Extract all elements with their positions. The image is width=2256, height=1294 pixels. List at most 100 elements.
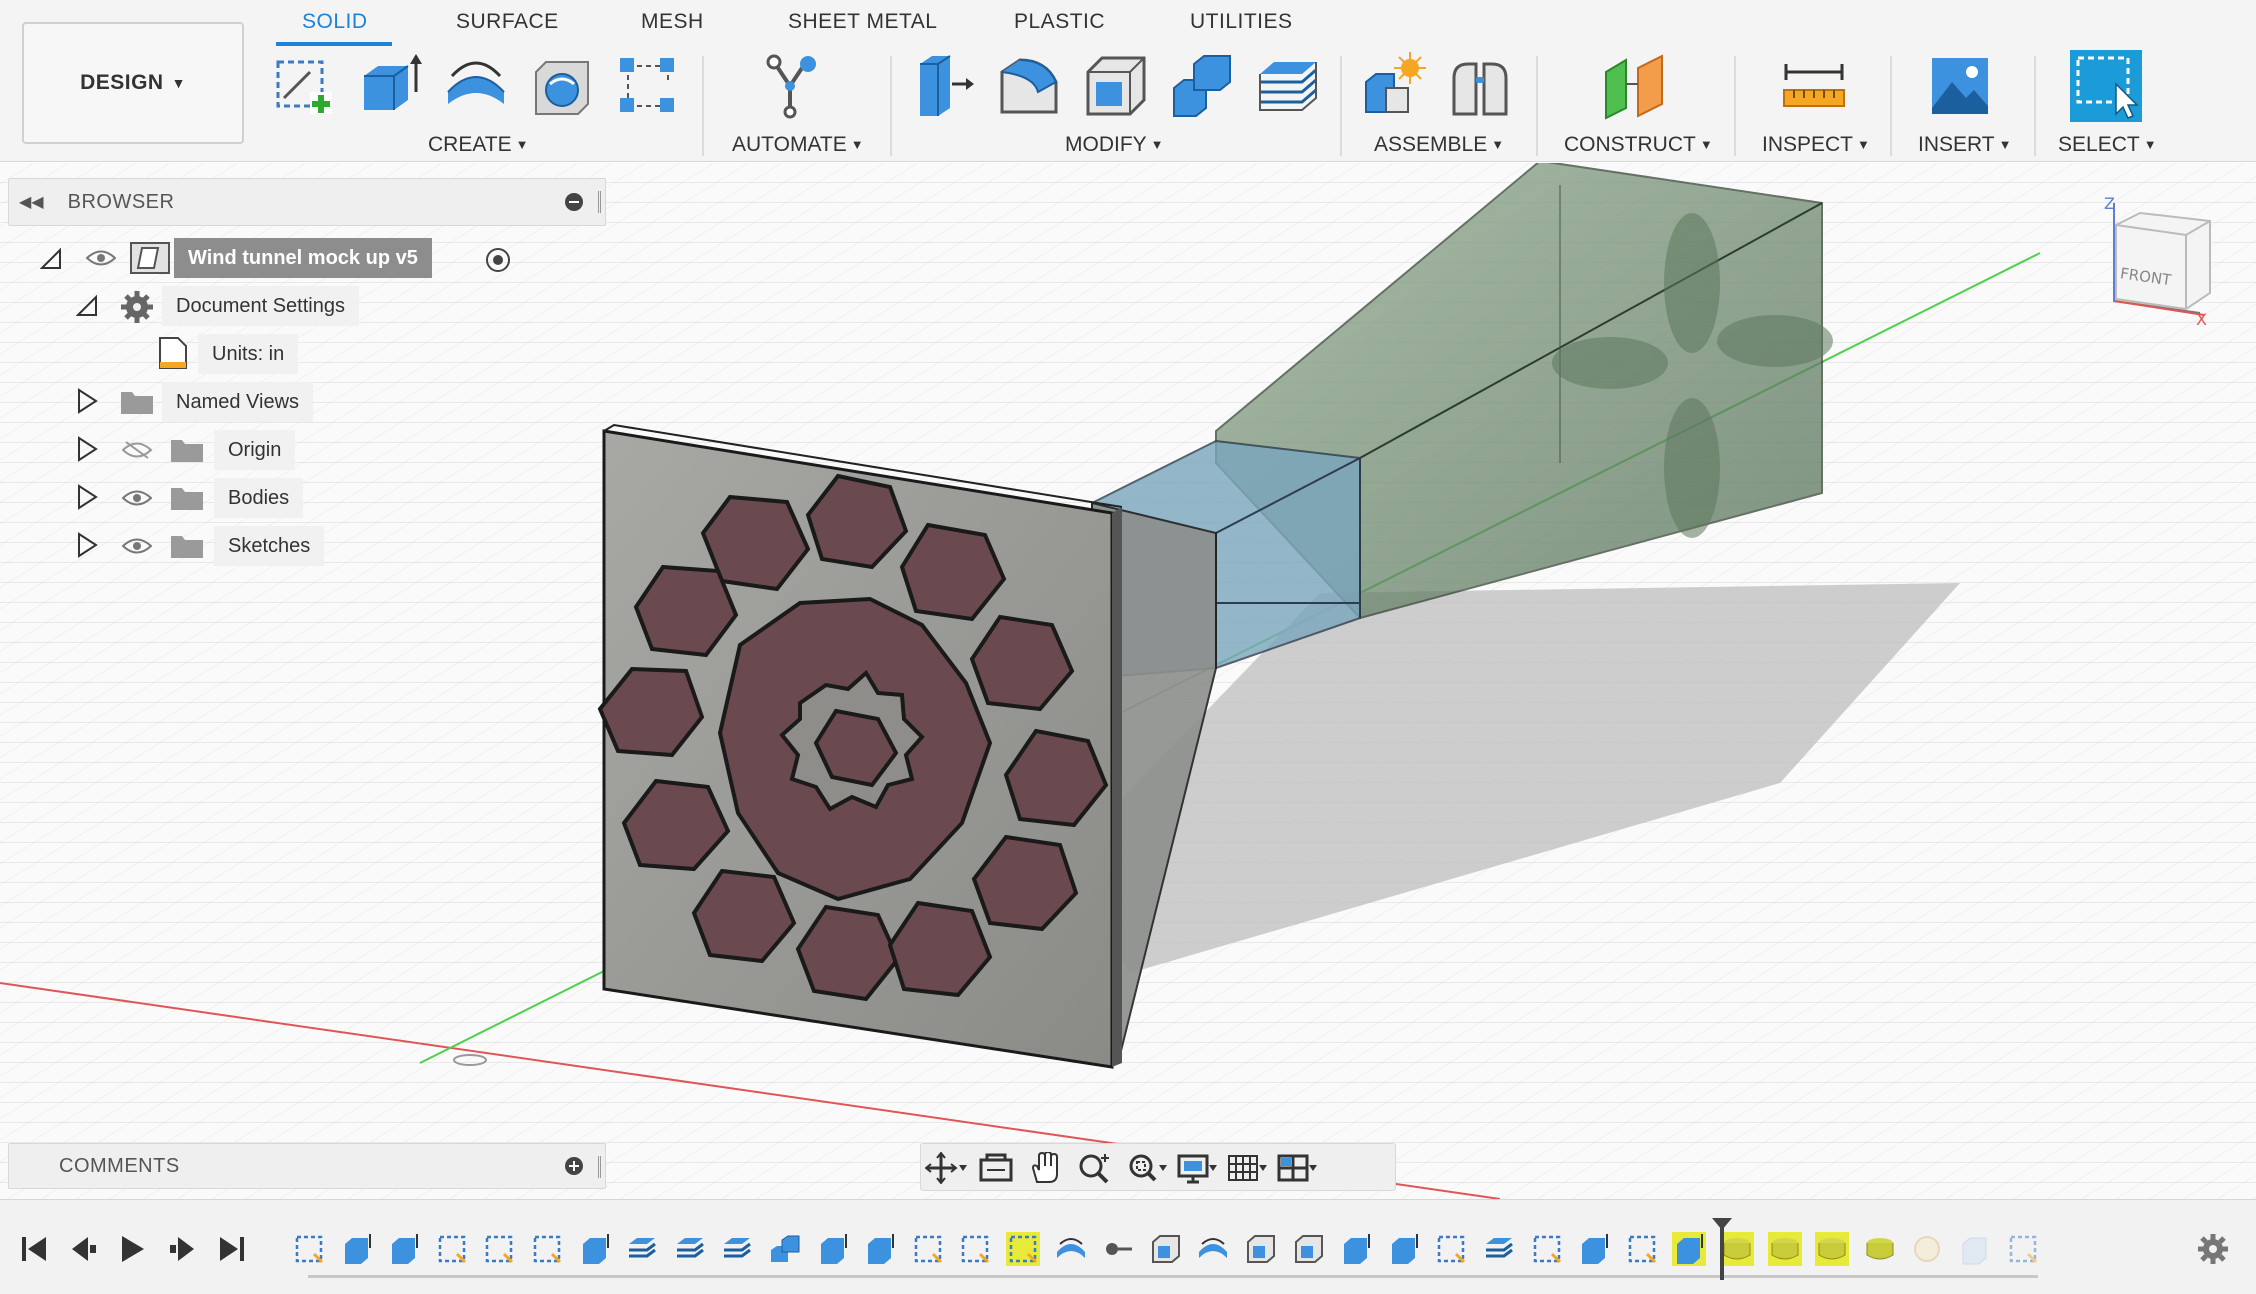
expand-triangle-icon[interactable] bbox=[76, 532, 98, 558]
timeline-feature-extrude-icon[interactable] bbox=[387, 1232, 421, 1266]
press-pull-icon[interactable] bbox=[910, 52, 978, 120]
orbit-icon[interactable] bbox=[925, 1152, 969, 1184]
step-back-icon[interactable] bbox=[66, 1234, 100, 1264]
visibility-eye-icon[interactable] bbox=[86, 249, 116, 267]
timeline-feature-body-icon[interactable] bbox=[1815, 1232, 1850, 1266]
create-sketch-icon[interactable] bbox=[270, 52, 338, 120]
expand-triangle-icon[interactable] bbox=[76, 388, 98, 414]
timeline-feature-sketch-icon[interactable] bbox=[1530, 1232, 1564, 1266]
timeline-feature-offset-icon[interactable] bbox=[1482, 1232, 1516, 1266]
look-at-icon[interactable] bbox=[975, 1152, 1019, 1184]
collapse-triangle-icon[interactable] bbox=[40, 246, 62, 272]
timeline-feature-sketch-icon[interactable] bbox=[292, 1232, 326, 1266]
revolve-icon[interactable] bbox=[442, 52, 510, 120]
timeline-feature-sketch-icon[interactable] bbox=[958, 1232, 992, 1266]
select-window-icon[interactable] bbox=[2070, 50, 2142, 122]
pattern-icon[interactable] bbox=[614, 52, 682, 120]
timeline-feature-component-icon[interactable] bbox=[1910, 1232, 1944, 1266]
panel-grip-icon[interactable] bbox=[598, 191, 601, 213]
shell-icon[interactable] bbox=[1082, 52, 1150, 120]
skip-to-start-icon[interactable] bbox=[18, 1234, 52, 1264]
automate-menu[interactable]: AUTOMATE ▼ bbox=[732, 133, 864, 157]
timeline-feature-body-icon[interactable] bbox=[1863, 1232, 1897, 1266]
collapse-triangle-icon[interactable] bbox=[76, 293, 98, 319]
skip-to-end-icon[interactable] bbox=[214, 1234, 248, 1264]
timeline-feature-body-icon[interactable] bbox=[1767, 1232, 1802, 1266]
timeline-feature-ghost-icon[interactable] bbox=[1958, 1232, 1992, 1266]
grid-icon[interactable] bbox=[1225, 1152, 1269, 1184]
tab-plastic[interactable]: PLASTIC bbox=[1014, 10, 1105, 34]
insert-menu[interactable]: INSERT ▼ bbox=[1918, 133, 2012, 157]
activate-component-icon[interactable] bbox=[484, 246, 512, 274]
timeline-feature-offset-icon[interactable] bbox=[673, 1232, 707, 1266]
timeline-feature-revolve-icon[interactable] bbox=[1196, 1232, 1230, 1266]
timeline-playhead[interactable] bbox=[1712, 1218, 1732, 1280]
visibility-eye-icon[interactable] bbox=[122, 537, 152, 555]
inspect-menu[interactable]: INSPECT ▼ bbox=[1762, 133, 1870, 157]
display-settings-icon[interactable] bbox=[1175, 1152, 1219, 1184]
timeline-feature-point-icon[interactable] bbox=[1101, 1232, 1135, 1266]
expand-triangle-icon[interactable] bbox=[76, 436, 98, 462]
browser-item-bodies[interactable]: Bodies bbox=[214, 478, 304, 518]
timeline-feature-extrude-icon[interactable] bbox=[578, 1232, 612, 1266]
hidden-eye-icon[interactable] bbox=[122, 441, 152, 459]
play-icon[interactable] bbox=[116, 1234, 150, 1264]
browser-item-units[interactable]: Units: in bbox=[198, 334, 299, 374]
create-menu[interactable]: CREATE ▼ bbox=[428, 133, 529, 157]
offset-plane-icon[interactable] bbox=[1600, 52, 1668, 120]
timeline-feature-sketch-icon[interactable] bbox=[1006, 1232, 1040, 1266]
timeline-feature-offset-icon[interactable] bbox=[720, 1232, 754, 1266]
minimize-panel-icon[interactable] bbox=[565, 193, 583, 211]
timeline-feature-shell-icon[interactable] bbox=[1292, 1232, 1326, 1266]
zoom-icon[interactable] bbox=[1075, 1152, 1119, 1184]
timeline-feature-extrude-icon[interactable] bbox=[1672, 1232, 1707, 1266]
timeline-feature-extrude-icon[interactable] bbox=[816, 1232, 850, 1266]
construct-menu[interactable]: CONSTRUCT ▼ bbox=[1564, 133, 1713, 157]
tab-utilities[interactable]: UTILITIES bbox=[1190, 10, 1293, 34]
timeline-feature-sketch-icon[interactable] bbox=[2006, 1232, 2040, 1266]
timeline-feature-sketch-icon[interactable] bbox=[435, 1232, 469, 1266]
tab-sheet-metal[interactable]: SHEET METAL bbox=[788, 10, 937, 34]
workspace-switcher-button[interactable]: DESIGN ▼ bbox=[22, 22, 244, 144]
visibility-eye-icon[interactable] bbox=[122, 489, 152, 507]
add-comment-icon[interactable] bbox=[565, 1157, 583, 1175]
timeline-feature-extrude-icon[interactable] bbox=[863, 1232, 897, 1266]
joint-icon[interactable] bbox=[1446, 52, 1514, 120]
view-cube[interactable] bbox=[2113, 203, 2211, 316]
timeline-feature-extrude-icon[interactable] bbox=[340, 1232, 374, 1266]
modify-menu[interactable]: MODIFY ▼ bbox=[1065, 133, 1164, 157]
timeline-feature-extrude-icon[interactable] bbox=[1339, 1232, 1373, 1266]
browser-root-label[interactable]: Wind tunnel mock up v5 bbox=[174, 238, 432, 278]
automate-icon[interactable] bbox=[760, 52, 828, 120]
step-forward-icon[interactable] bbox=[166, 1234, 200, 1264]
timeline-feature-sketch-icon[interactable] bbox=[911, 1232, 945, 1266]
fit-icon[interactable] bbox=[1125, 1152, 1169, 1184]
timeline-feature-shell-icon[interactable] bbox=[1149, 1232, 1183, 1266]
select-menu[interactable]: SELECT ▼ bbox=[2058, 133, 2157, 157]
comments-panel-header[interactable]: COMMENTS bbox=[8, 1143, 606, 1189]
timeline-feature-sketch-icon[interactable] bbox=[1625, 1232, 1659, 1266]
tab-surface[interactable]: SURFACE bbox=[456, 10, 559, 34]
timeline-feature-extrude-icon[interactable] bbox=[1387, 1232, 1421, 1266]
tab-mesh[interactable]: MESH bbox=[641, 10, 704, 34]
pan-icon[interactable] bbox=[1025, 1152, 1069, 1184]
browser-item-named-views[interactable]: Named Views bbox=[162, 382, 314, 422]
timeline-feature-sketch-icon[interactable] bbox=[1434, 1232, 1468, 1266]
timeline-feature-sketch-icon[interactable] bbox=[530, 1232, 564, 1266]
timeline-feature-offset-icon[interactable] bbox=[625, 1232, 659, 1266]
browser-item-document-settings[interactable]: Document Settings bbox=[162, 286, 359, 326]
fillet-icon[interactable] bbox=[996, 52, 1064, 120]
timeline-feature-combine-icon[interactable] bbox=[768, 1232, 802, 1266]
combine-icon[interactable] bbox=[1168, 52, 1236, 120]
timeline-feature-sketch-icon[interactable] bbox=[482, 1232, 516, 1266]
new-component-icon[interactable] bbox=[1360, 52, 1428, 120]
hole-icon[interactable] bbox=[528, 52, 596, 120]
collapse-panel-icon[interactable]: ◀◀ bbox=[19, 192, 44, 212]
browser-item-sketches[interactable]: Sketches bbox=[214, 526, 325, 566]
panel-grip-icon[interactable] bbox=[598, 1156, 601, 1178]
insert-image-icon[interactable] bbox=[1926, 52, 1994, 120]
timeline-feature-body-icon[interactable] bbox=[1720, 1232, 1754, 1266]
offset-face-icon[interactable] bbox=[1254, 52, 1322, 120]
timeline-feature-shell-icon[interactable] bbox=[1244, 1232, 1278, 1266]
timeline-settings-icon[interactable] bbox=[2196, 1232, 2230, 1266]
